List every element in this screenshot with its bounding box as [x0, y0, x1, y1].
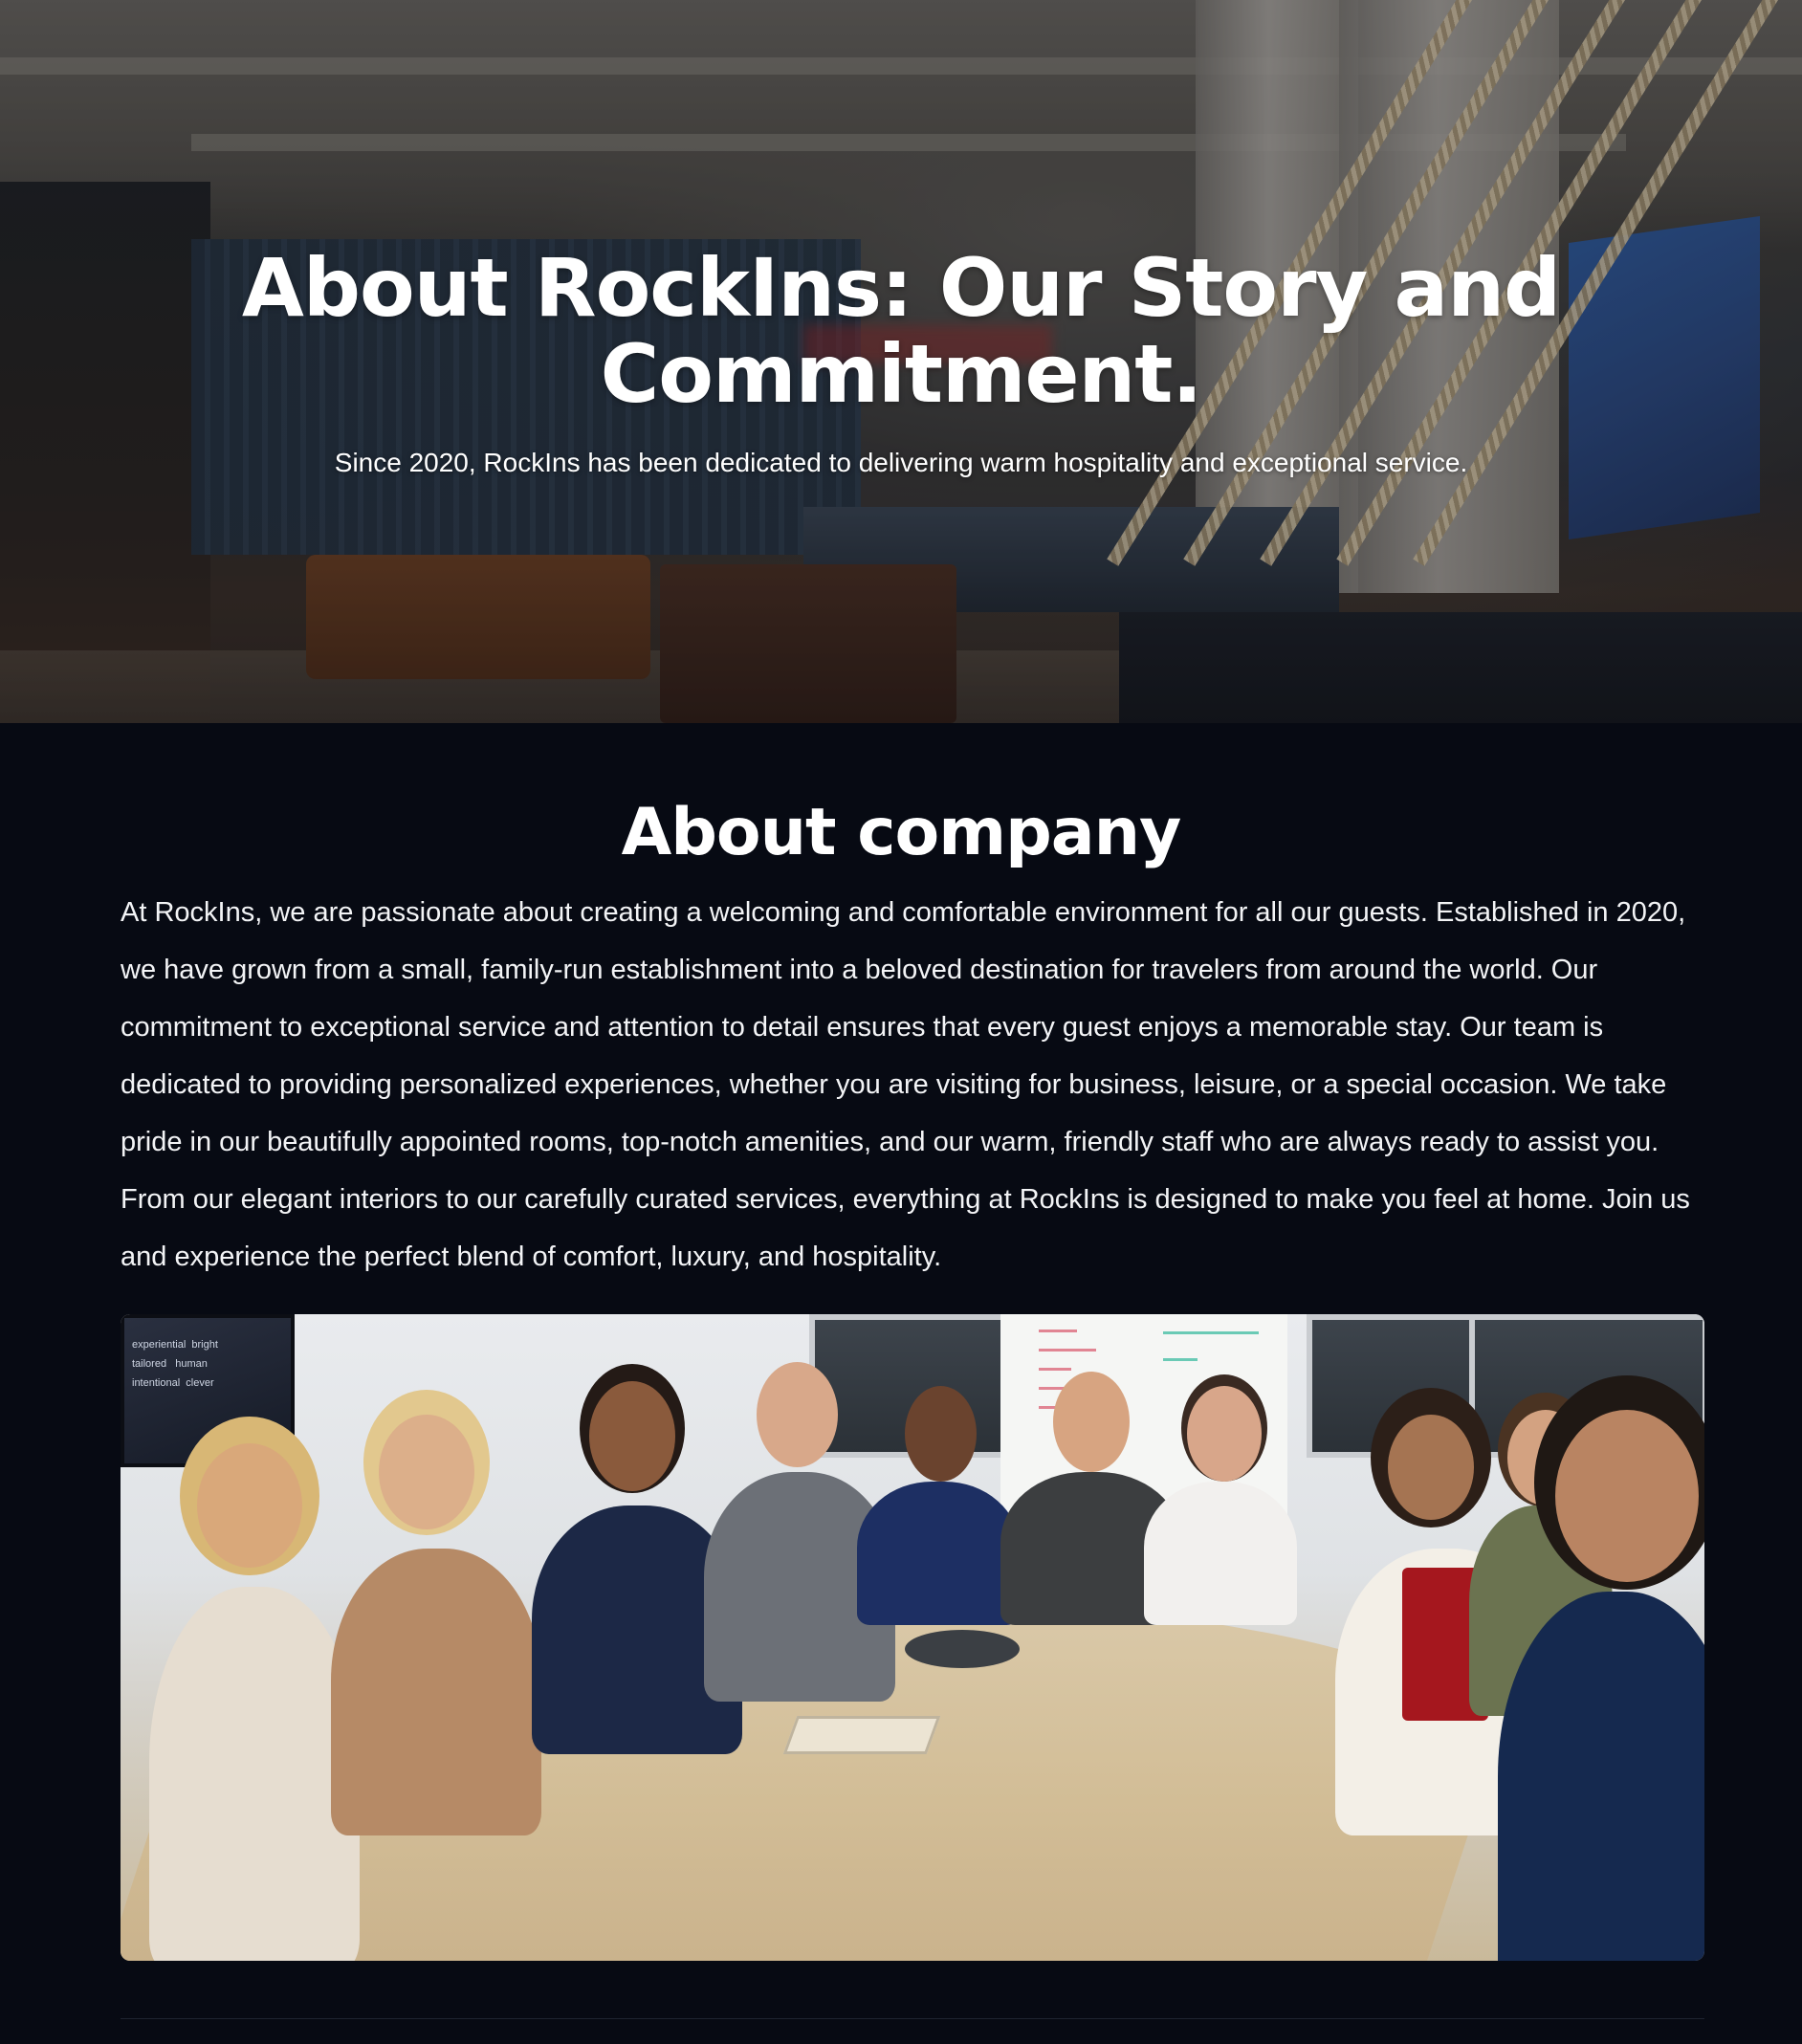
hero-section: About RockIns: Our Story and Commitment.…: [0, 0, 1802, 723]
hero-subtitle: Since 2020, RockIns has been dedicated t…: [334, 448, 1468, 477]
tv-word: clever: [186, 1377, 214, 1389]
section-divider: [121, 2018, 1704, 2019]
tv-word: bright: [191, 1339, 218, 1351]
tv-word: intentional: [132, 1377, 181, 1389]
hero-title: About RockIns: Our Story and Commitment.: [241, 241, 1561, 421]
about-body-text: At RockIns, we are passionate about crea…: [121, 897, 1690, 1272]
about-title: About company: [621, 795, 1182, 870]
photo-conference-phone: [905, 1630, 1020, 1668]
hero-text-block: About RockIns: Our Story and Commitment.…: [0, 245, 1802, 480]
tv-word: tailored: [132, 1358, 167, 1370]
tv-word: human: [175, 1358, 208, 1370]
tv-word: experiential: [132, 1339, 187, 1351]
photo-tv-screen: experiential bright tailored human inten…: [121, 1314, 295, 1467]
team-photo: experiential bright tailored human inten…: [121, 1314, 1704, 1961]
photo-table-port: [782, 1716, 941, 1754]
about-section: About company At RockIns, we are passion…: [0, 723, 1802, 2044]
